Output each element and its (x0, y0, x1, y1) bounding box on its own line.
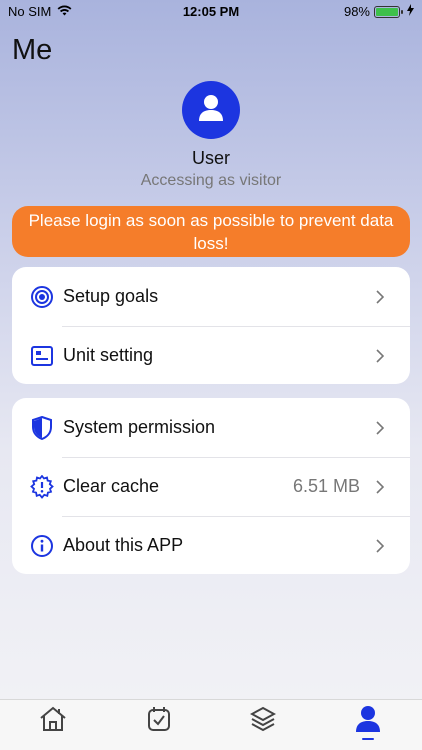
info-icon (29, 533, 55, 559)
home-icon (39, 706, 67, 737)
gear-alert-icon (29, 474, 55, 500)
row-setup-goals[interactable]: Setup goals (12, 267, 410, 326)
avatar[interactable] (182, 81, 240, 139)
battery-fill (376, 7, 398, 16)
status-bar: No SIM 12:05 PM 98% (0, 0, 422, 22)
settings-card-goals: Setup goals Unit setting (12, 267, 410, 384)
battery-percent: 98% (343, 4, 370, 19)
user-avatar-icon (198, 94, 224, 127)
settings-card-system: System permission Clear cache 6.51 MB Ab (12, 398, 410, 574)
row-unit-setting[interactable]: Unit setting (12, 326, 410, 385)
row-label: Setup goals (63, 286, 159, 306)
tab-home[interactable] (38, 706, 68, 736)
row-clear-cache[interactable]: Clear cache 6.51 MB (12, 457, 410, 516)
layers-icon (249, 706, 277, 737)
target-icon (29, 284, 55, 310)
active-tab-indicator (362, 738, 374, 740)
chevron-right-icon (374, 289, 386, 304)
chevron-right-icon (374, 420, 386, 435)
unit-card-icon (29, 343, 55, 369)
row-label: About this APP (63, 535, 184, 555)
row-label: Clear cache (63, 476, 160, 496)
tab-records[interactable] (144, 706, 174, 736)
tab-me[interactable] (353, 705, 383, 738)
user-name[interactable]: User (0, 148, 422, 169)
shield-icon (29, 415, 55, 441)
user-status: Accessing as visitor (140, 172, 282, 189)
row-system-permission[interactable]: System permission (12, 398, 410, 457)
clock-calendar-icon (146, 706, 172, 737)
page-title: Me (12, 34, 53, 66)
row-about-app[interactable]: About this APP (12, 516, 410, 575)
chevron-right-icon (374, 479, 386, 494)
login-warning-banner[interactable]: Please login as soon as possible to prev… (12, 206, 410, 257)
row-label: Unit setting (63, 345, 154, 365)
charging-bolt-icon (407, 4, 414, 19)
row-label: System permission (63, 417, 216, 437)
battery-icon (374, 5, 403, 18)
user-icon (355, 705, 381, 738)
status-right: 98% (344, 4, 414, 19)
chevron-right-icon (374, 538, 386, 553)
tab-layers[interactable] (248, 706, 278, 736)
tab-bar (0, 699, 422, 750)
chevron-right-icon (374, 348, 386, 363)
cache-size-value: 6.51 MB (292, 476, 360, 496)
